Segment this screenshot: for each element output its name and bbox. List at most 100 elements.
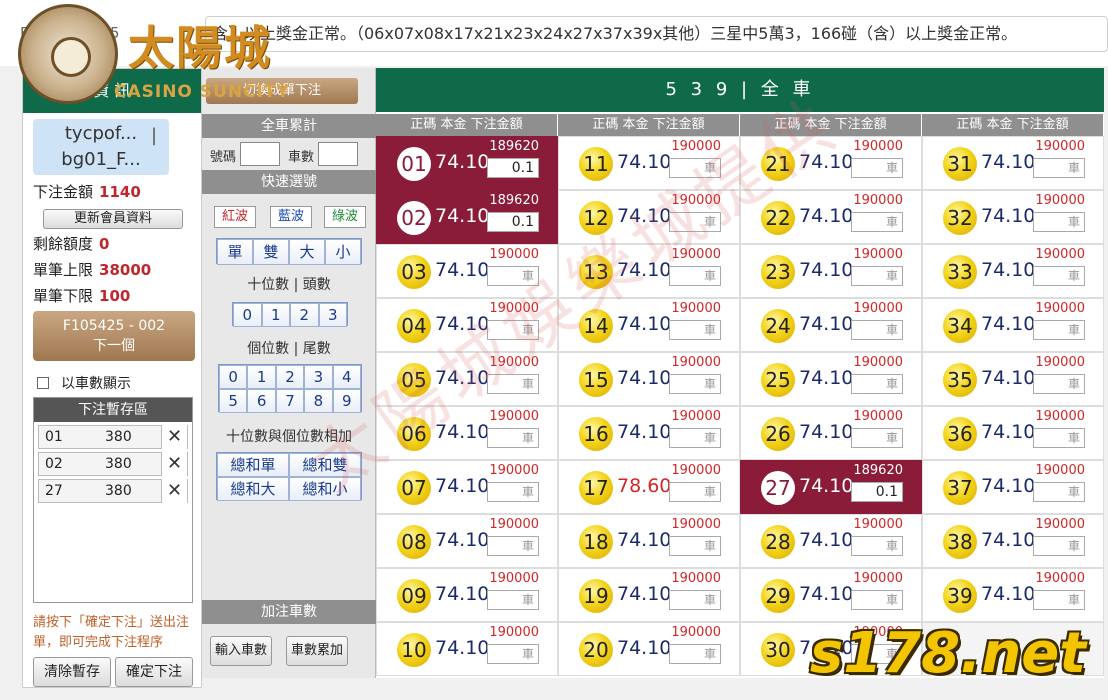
number-cell[interactable]: 02 74.10 189620 0.1 (376, 190, 558, 244)
bet-amount-input[interactable]: 車 (1033, 158, 1085, 178)
bet-amount-input[interactable]: 車 (487, 590, 539, 610)
number-cell[interactable]: 03 74.10 190000 車 (376, 244, 558, 298)
bet-amount-input[interactable]: 車 (487, 536, 539, 556)
number-cell[interactable]: 27 74.10 189620 0.1 (740, 460, 922, 514)
units-key[interactable]: 4 (332, 365, 361, 389)
units-key[interactable]: 8 (304, 389, 333, 413)
bet-amount-input[interactable]: 車 (669, 590, 721, 610)
number-cell[interactable]: 18 74.10 190000 車 (558, 514, 740, 568)
number-cell[interactable]: 36 74.10 190000 車 (922, 406, 1104, 460)
number-cell[interactable]: 01 74.10 189620 0.1 (376, 136, 558, 190)
number-ball[interactable]: 07 (397, 471, 431, 505)
number-cell[interactable]: 15 74.10 190000 車 (558, 352, 740, 406)
sum-even-key[interactable]: 總和雙 (289, 453, 361, 477)
number-ball[interactable]: 12 (579, 201, 613, 235)
number-cell[interactable]: 25 74.10 190000 車 (740, 352, 922, 406)
bet-amount-input[interactable]: 車 (487, 266, 539, 286)
number-ball[interactable]: 13 (579, 255, 613, 289)
number-cell[interactable]: 38 74.10 190000 車 (922, 514, 1104, 568)
number-ball[interactable]: 19 (579, 579, 613, 613)
bet-amount-input[interactable]: 車 (487, 320, 539, 340)
units-key[interactable]: 3 (304, 365, 333, 389)
bet-amount-input[interactable]: 車 (1033, 320, 1085, 340)
number-ball[interactable]: 05 (397, 363, 431, 397)
bet-amount-input[interactable]: 車 (1033, 590, 1085, 610)
number-cell[interactable]: 19 74.10 190000 車 (558, 568, 740, 622)
number-cell[interactable]: 35 74.10 190000 車 (922, 352, 1104, 406)
input-car-count-button[interactable]: 輸入車數 (210, 636, 272, 666)
number-cell[interactable]: 07 74.10 190000 車 (376, 460, 558, 514)
number-ball[interactable]: 06 (397, 417, 431, 451)
bet-amount-input[interactable]: 0.1 (487, 212, 539, 232)
number-ball[interactable]: 34 (943, 309, 977, 343)
bet-amount-input[interactable]: 車 (851, 374, 903, 394)
number-cell[interactable]: 08 74.10 190000 車 (376, 514, 558, 568)
number-ball[interactable]: 25 (761, 363, 795, 397)
bet-amount-input[interactable]: 車 (669, 536, 721, 556)
bet-amount-input[interactable]: 車 (487, 428, 539, 448)
clear-temp-button[interactable]: 清除暫存 (33, 657, 111, 687)
number-ball[interactable]: 29 (761, 579, 795, 613)
number-cell[interactable]: 17 78.60 190000 車 (558, 460, 740, 514)
units-key[interactable]: 1 (247, 365, 276, 389)
tens-key[interactable]: 3 (318, 303, 347, 327)
remove-icon[interactable]: ✕ (161, 452, 187, 476)
number-ball[interactable]: 23 (761, 255, 795, 289)
show-by-count-checkbox[interactable]: 以車數顯示 (37, 373, 131, 393)
bet-amount-input[interactable]: 車 (1033, 374, 1085, 394)
tens-key[interactable]: 1 (261, 303, 290, 327)
units-key[interactable]: 2 (275, 365, 305, 389)
number-ball[interactable]: 17 (579, 471, 613, 505)
bet-amount-input[interactable]: 車 (669, 320, 721, 340)
number-cell[interactable]: 31 74.10 190000 車 (922, 136, 1104, 190)
remove-icon[interactable]: ✕ (161, 425, 187, 449)
number-cell[interactable]: 09 74.10 190000 車 (376, 568, 558, 622)
bet-amount-input[interactable]: 車 (487, 482, 539, 502)
number-ball[interactable]: 30 (761, 633, 795, 667)
accumulate-car-button[interactable]: 車數累加 (286, 636, 348, 666)
bet-amount-input[interactable]: 車 (487, 644, 539, 664)
number-ball[interactable]: 22 (761, 201, 795, 235)
number-cell[interactable]: 26 74.10 190000 車 (740, 406, 922, 460)
bet-amount-input[interactable]: 0.1 (851, 482, 903, 502)
number-input[interactable] (240, 142, 280, 166)
bet-amount-input[interactable]: 車 (669, 374, 721, 394)
number-cell[interactable]: 04 74.10 190000 車 (376, 298, 558, 352)
number-ball[interactable]: 18 (579, 525, 613, 559)
number-cell[interactable]: 32 74.10 190000 車 (922, 190, 1104, 244)
number-cell[interactable]: 34 74.10 190000 車 (922, 298, 1104, 352)
number-ball[interactable]: 37 (943, 471, 977, 505)
number-ball[interactable]: 36 (943, 417, 977, 451)
bet-amount-input[interactable]: 車 (669, 212, 721, 232)
number-ball[interactable]: 09 (397, 579, 431, 613)
bet-amount-input[interactable]: 車 (851, 158, 903, 178)
number-ball[interactable]: 01 (397, 147, 431, 181)
bet-amount-input[interactable]: 車 (851, 320, 903, 340)
number-ball[interactable]: 02 (397, 201, 431, 235)
number-cell[interactable]: 24 74.10 190000 車 (740, 298, 922, 352)
number-ball[interactable]: 27 (761, 471, 795, 505)
units-key[interactable]: 7 (275, 389, 305, 413)
red-wave-button[interactable]: 紅波 (214, 206, 256, 228)
number-cell[interactable]: 20 74.10 190000 車 (558, 622, 740, 676)
number-cell[interactable]: 12 74.10 190000 車 (558, 190, 740, 244)
bet-amount-input[interactable]: 車 (1033, 482, 1085, 502)
bet-amount-input[interactable]: 車 (1033, 536, 1085, 556)
bet-amount-input[interactable]: 車 (851, 266, 903, 286)
number-cell[interactable]: 29 74.10 190000 車 (740, 568, 922, 622)
number-cell[interactable]: 11 74.10 190000 車 (558, 136, 740, 190)
bet-amount-input[interactable]: 車 (669, 266, 721, 286)
bet-amount-input[interactable]: 車 (487, 374, 539, 394)
bet-amount-input[interactable]: 0.1 (487, 158, 539, 178)
number-ball[interactable]: 04 (397, 309, 431, 343)
number-cell[interactable]: 23 74.10 190000 車 (740, 244, 922, 298)
number-ball[interactable]: 08 (397, 525, 431, 559)
units-key[interactable]: 9 (332, 389, 361, 413)
bet-amount-input[interactable]: 車 (1033, 266, 1085, 286)
bet-amount-input[interactable]: 車 (851, 428, 903, 448)
number-cell[interactable]: 37 74.10 190000 車 (922, 460, 1104, 514)
number-cell[interactable]: 39 74.10 190000 車 (922, 568, 1104, 622)
number-cell[interactable]: 33 74.10 190000 車 (922, 244, 1104, 298)
number-cell[interactable]: 10 74.10 190000 車 (376, 622, 558, 676)
next-ticket-button[interactable]: F105425 - 002 下一個 (33, 311, 195, 361)
